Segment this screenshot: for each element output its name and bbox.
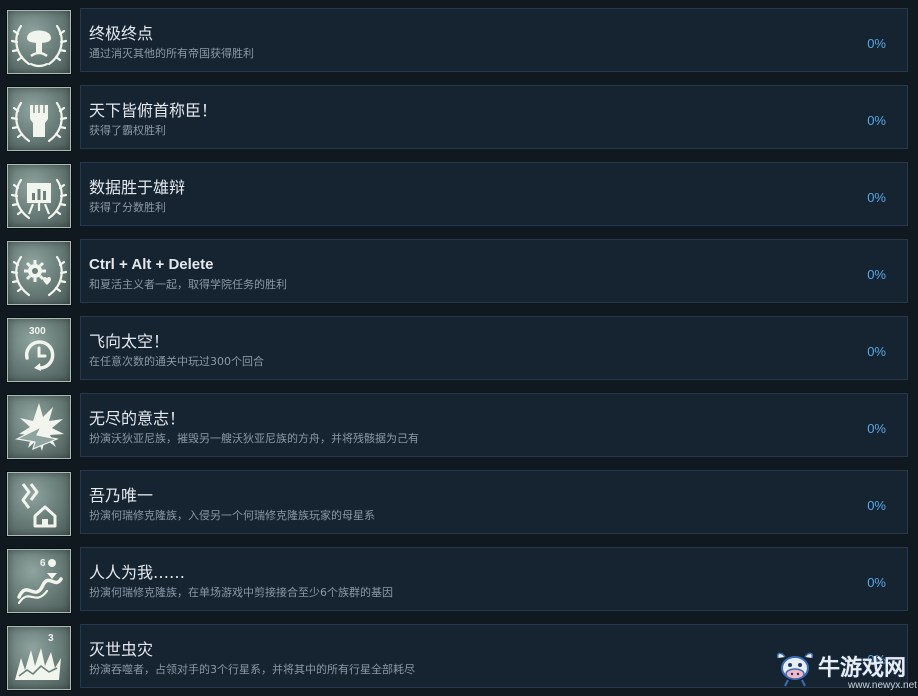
achievement-panel: Ctrl + Alt + Delete 和夏活主义者一起，取得学院任务的胜利 0… <box>80 239 908 303</box>
achievement-row[interactable]: 300 飞向太空！ 在任意次数的通关中玩过300个回合 0% <box>0 316 918 386</box>
watermark-url: www.newyx.net <box>848 680 917 691</box>
achievement-title: 终极终点 <box>89 24 154 43</box>
achievement-row[interactable]: 无尽的意志！ 扮演沃狄亚尼族，摧毁另一艘沃狄亚尼族的方舟，并将残骸据为己有 0% <box>0 393 918 463</box>
icon-badge-text: 6 <box>40 558 46 569</box>
achievement-row[interactable]: 天下皆俯首称臣！ 获得了霸权胜利 0% <box>0 85 918 155</box>
icon-badge-text: 300 <box>29 326 46 337</box>
achievement-title: 飞向太空！ <box>89 332 170 351</box>
achievement-description: 扮演吞噬者，占领对手的3个行星系，并将其中的所有行星全部耗尽 <box>89 663 415 676</box>
gene-splice-icon: 6 <box>6 548 72 614</box>
achievement-title: 吾乃唯一 <box>89 486 154 505</box>
achievement-unlock-percent: 0% <box>867 344 886 359</box>
achievement-row[interactable]: 吾乃唯一 扮演何瑞修克隆族，入侵另一个何瑞修克隆族玩家的母星系 0% <box>0 470 918 540</box>
achievement-description: 和夏活主义者一起，取得学院任务的胜利 <box>89 278 287 291</box>
achievement-unlock-percent: 0% <box>867 498 886 513</box>
achievement-description: 扮演沃狄亚尼族，摧毁另一艘沃狄亚尼族的方舟，并将残骸据为己有 <box>89 432 419 445</box>
swarm-devour-icon: 3 <box>6 625 72 691</box>
achievement-panel: 人人为我…… 扮演何瑞修克隆族，在单场游戏中剪接接合至少6个族群的基因 0% <box>80 547 908 611</box>
raised-fist-laurel-icon <box>6 86 72 152</box>
achievement-unlock-percent: 0% <box>867 575 886 590</box>
achievement-description: 扮演何瑞修克隆族，在单场游戏中剪接接合至少6个族群的基因 <box>89 586 393 599</box>
achievement-title: 无尽的意志！ <box>89 409 186 428</box>
chart-board-laurel-icon <box>6 163 72 229</box>
achievement-list: 终极终点 通过消灭其他的所有帝国获得胜利 0% 天下皆俯首称臣！ 获得了霸权胜利… <box>0 0 918 696</box>
achievement-title: 天下皆俯首称臣！ <box>89 101 218 120</box>
site-watermark: 牛游戏网 www.newyx.net <box>772 646 918 696</box>
achievement-description: 扮演何瑞修克隆族，入侵另一个何瑞修克隆族玩家的母星系 <box>89 509 375 522</box>
achievement-panel: 数据胜于雄辩 获得了分数胜利 0% <box>80 162 908 226</box>
achievement-description: 获得了霸权胜利 <box>89 124 166 137</box>
achievement-row[interactable]: Ctrl + Alt + Delete 和夏活主义者一起，取得学院任务的胜利 0… <box>0 239 918 309</box>
achievement-unlock-percent: 0% <box>867 190 886 205</box>
achievement-panel: 无尽的意志！ 扮演沃狄亚尼族，摧毁另一艘沃狄亚尼族的方舟，并将残骸据为己有 0% <box>80 393 908 457</box>
achievement-panel: 天下皆俯首称臣！ 获得了霸权胜利 0% <box>80 85 908 149</box>
turn-300-clock-icon: 300 <box>6 317 72 383</box>
achievement-panel: 吾乃唯一 扮演何瑞修克隆族，入侵另一个何瑞修克隆族玩家的母星系 0% <box>80 470 908 534</box>
achievement-panel: 飞向太空！ 在任意次数的通关中玩过300个回合 0% <box>80 316 908 380</box>
achievement-title: 灭世虫灾 <box>89 640 154 659</box>
gear-heart-laurel-icon <box>6 240 72 306</box>
achievement-panel: 终极终点 通过消灭其他的所有帝国获得胜利 0% <box>80 8 908 72</box>
achievement-row[interactable]: 数据胜于雄辩 获得了分数胜利 0% <box>0 162 918 232</box>
icon-badge-text: 3 <box>48 633 54 644</box>
achievement-title: Ctrl + Alt + Delete <box>89 256 214 273</box>
achievement-title: 人人为我…… <box>89 563 186 582</box>
achievement-row[interactable]: 终极终点 通过消灭其他的所有帝国获得胜利 0% <box>0 8 918 78</box>
achievement-description: 获得了分数胜利 <box>89 201 166 214</box>
clone-home-invasion-icon <box>6 471 72 537</box>
achievement-unlock-percent: 0% <box>867 36 886 51</box>
watermark-site-name: 牛游戏网 <box>818 656 907 681</box>
achievement-unlock-percent: 0% <box>867 113 886 128</box>
mushroom-cloud-laurel-icon <box>6 9 72 75</box>
achievement-unlock-percent: 0% <box>867 421 886 436</box>
achievement-unlock-percent: 0% <box>867 267 886 282</box>
achievement-description: 在任意次数的通关中玩过300个回合 <box>89 355 264 368</box>
achievement-row[interactable]: 6 人人为我…… 扮演何瑞修克隆族，在单场游戏中剪接接合至少6个族群的基因 0% <box>0 547 918 617</box>
cow-mascot-icon <box>776 652 814 687</box>
achievement-title: 数据胜于雄辩 <box>89 178 186 197</box>
ark-explosion-icon <box>6 394 72 460</box>
achievement-description: 通过消灭其他的所有帝国获得胜利 <box>89 47 254 60</box>
